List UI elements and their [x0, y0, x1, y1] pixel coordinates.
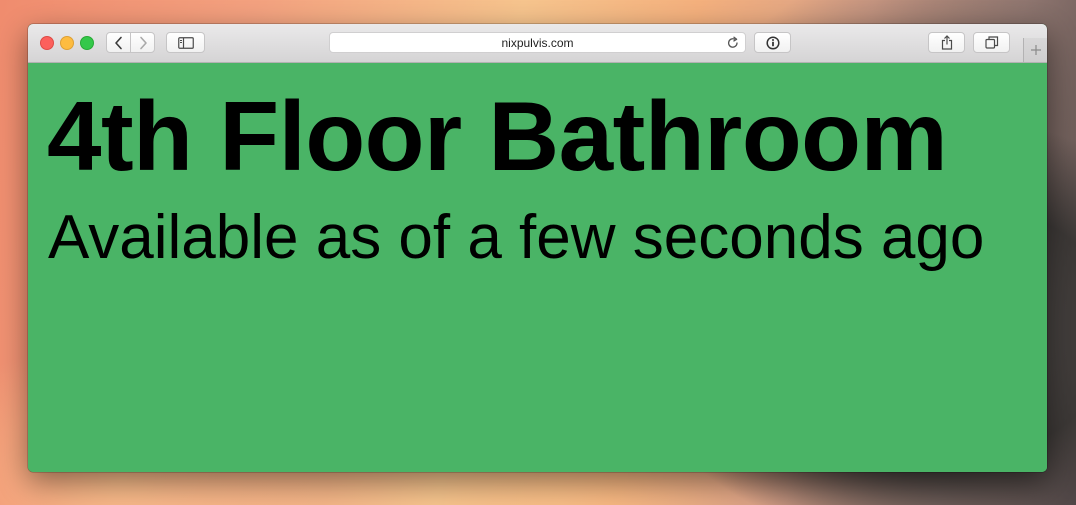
- share-icon: [941, 35, 952, 50]
- zoom-window-button[interactable]: [80, 36, 94, 50]
- forward-button[interactable]: [130, 33, 154, 52]
- reload-icon[interactable]: [726, 36, 740, 50]
- sidebar-button[interactable]: [166, 32, 205, 53]
- new-tab-button[interactable]: [1023, 38, 1047, 62]
- share-button[interactable]: [928, 32, 965, 53]
- close-window-button[interactable]: [40, 36, 54, 50]
- page-info-button[interactable]: [754, 32, 791, 53]
- browser-toolbar: nixpulvis.com: [28, 24, 1047, 63]
- availability-status: Available as of a few seconds ago: [48, 203, 985, 272]
- tabs-overview-button[interactable]: [973, 32, 1010, 53]
- sidebar-icon: [177, 36, 194, 49]
- navigation-buttons: [106, 32, 155, 53]
- back-button[interactable]: [107, 33, 130, 52]
- address-bar[interactable]: nixpulvis.com: [329, 32, 746, 53]
- minimize-window-button[interactable]: [60, 36, 74, 50]
- desktop: { "browser": { "address_bar": { "url": "…: [0, 0, 1076, 505]
- page-content: 4th Floor Bathroom Available as of a few…: [28, 63, 1047, 472]
- plus-icon: [1030, 45, 1041, 55]
- address-bar-url: nixpulvis.com: [501, 36, 574, 50]
- browser-window: nixpulvis.com 4th Floor Bathroom Availab…: [28, 24, 1047, 472]
- chevron-right-icon: [139, 36, 147, 49]
- info-icon: [765, 35, 780, 50]
- page-title: 4th Floor Bathroom: [47, 81, 948, 191]
- tabs-overview-icon: [984, 36, 998, 49]
- chevron-left-icon: [114, 36, 122, 49]
